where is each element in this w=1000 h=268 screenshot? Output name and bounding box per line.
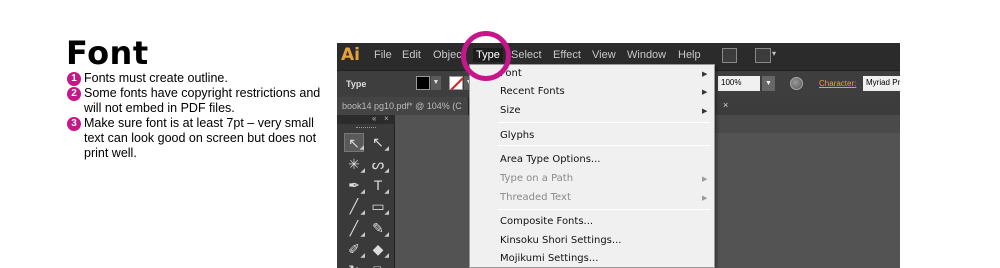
menu-item-area-type-options[interactable]: Area Type Options... <box>500 154 600 165</box>
magic-wand-icon[interactable]: ✳ ◢ <box>344 155 365 174</box>
menu-window[interactable]: Window <box>627 49 666 61</box>
flyout-corner-icon: ◢ <box>360 168 365 174</box>
rotate-icon[interactable]: ↻◢ <box>344 261 364 268</box>
collapse-icon[interactable]: « <box>372 114 376 123</box>
menu-item-glyphs[interactable]: Glyphs <box>500 130 534 141</box>
close-icon[interactable]: × <box>723 100 728 110</box>
instruction-text: Fonts must create outline. <box>84 71 228 85</box>
menu-item-threaded-text: Threaded Text <box>500 192 571 203</box>
menu-item-size[interactable]: Size <box>500 105 521 116</box>
document-tab-bar <box>713 97 900 115</box>
tools-panel-header: « × <box>337 114 395 124</box>
step-number-badge: 2 <box>67 87 81 101</box>
instruction-item: 1 Fonts must create outline. <box>67 71 327 86</box>
selection-icon[interactable]: ↖ ◢ <box>344 133 364 152</box>
stroke-swatch[interactable] <box>449 76 464 91</box>
submenu-arrow-icon: ▶ <box>702 176 708 183</box>
recolor-globe-icon[interactable] <box>790 77 803 90</box>
close-icon[interactable]: × <box>384 114 389 123</box>
rectangle-icon[interactable]: ▭ ◢ <box>368 197 389 216</box>
control-bar-label: Type <box>346 79 367 89</box>
chevron-down-icon[interactable]: ▼ <box>431 76 441 90</box>
bridge-icon[interactable] <box>722 48 737 63</box>
line-icon[interactable]: ╱ ◢ <box>344 197 365 216</box>
menu-effect[interactable]: Effect <box>553 49 581 61</box>
menu-edit[interactable]: Edit <box>402 49 421 61</box>
type-icon[interactable]: T ◢ <box>368 176 389 195</box>
menu-item-recent-fonts[interactable]: Recent Fonts <box>500 86 565 97</box>
pen-icon[interactable]: ✒ ◢ <box>344 176 365 195</box>
flyout-corner-icon: ◢ <box>360 232 365 238</box>
type-menu-dropdown: Font ▶ Recent Fonts ▶ Size ▶ Glyphs Area Type O… <box>469 64 715 268</box>
chevron-down-icon[interactable]: ▼ <box>762 76 775 91</box>
app-logo: Ai <box>341 45 360 65</box>
lasso-icon[interactable]: ᔕ ◢ <box>368 155 389 174</box>
font-family-field[interactable]: Myriad Pro <box>863 76 900 91</box>
eraser-icon[interactable]: ◆ ◢ <box>368 240 389 259</box>
menu-item-mojikumi-settings[interactable]: Mojikumi Settings... <box>500 253 598 264</box>
instruction-item: 2 Some fonts have copyright restrictions… <box>67 86 327 116</box>
page-title: Font <box>66 34 149 72</box>
flyout-corner-icon: ◢ <box>384 253 389 259</box>
menu-select[interactable]: Select <box>511 49 542 61</box>
flyout-corner-icon: ◢ <box>360 253 365 259</box>
submenu-arrow-icon: ▶ <box>702 71 708 78</box>
step-number-badge: 1 <box>67 72 81 86</box>
menu-file[interactable]: File <box>374 49 392 61</box>
document-ruler-strip <box>713 115 900 133</box>
chevron-down-icon[interactable]: ▾ <box>772 49 776 58</box>
instruction-list: 1 Fonts must create outline. 2 Some font… <box>67 71 327 161</box>
instruction-text: Make sure font is at least 7pt – very sm… <box>84 116 317 160</box>
menu-item-kinsoku-shori-settings[interactable]: Kinsoku Shori Settings... <box>500 235 621 246</box>
panel-grip[interactable] <box>356 127 376 129</box>
character-panel-link[interactable]: Character: <box>819 79 856 88</box>
flyout-corner-icon: ◢ <box>384 168 389 174</box>
menu-separator <box>498 209 710 210</box>
menu-separator <box>498 122 710 123</box>
opacity-field[interactable]: 100% <box>718 76 760 91</box>
none-slash-icon <box>450 77 464 91</box>
menu-separator <box>498 145 710 146</box>
blob-brush-icon[interactable]: ✐ ◢ <box>344 240 365 259</box>
flyout-corner-icon: ◢ <box>384 146 389 152</box>
menu-item-type-on-a-path: Type on a Path <box>500 173 574 184</box>
flyout-corner-icon: ◢ <box>359 145 364 151</box>
tools-panel: « × ↖◢↖◢✳◢ᔕ◢✒◢T◢╱◢▭◢╱◢✎◢✐◢◆◢↻◢⧉◢ <box>337 114 395 268</box>
document-tab-label: book14 pg10.pdf* @ 104% (C <box>342 101 462 111</box>
pencil-icon[interactable]: ✎ ◢ <box>368 219 389 238</box>
arrange-documents-icon[interactable] <box>755 48 771 63</box>
flyout-corner-icon: ◢ <box>360 189 365 195</box>
menu-item-composite-fonts[interactable]: Composite Fonts... <box>500 216 593 227</box>
direct-selection-icon[interactable]: ↖ ◢ <box>368 133 389 152</box>
menu-help[interactable]: Help <box>678 49 701 61</box>
flyout-corner-icon: ◢ <box>360 210 365 216</box>
submenu-arrow-icon: ▶ <box>702 108 708 115</box>
menu-view[interactable]: View <box>592 49 616 61</box>
scale-icon[interactable]: ⧉◢ <box>368 261 388 268</box>
flyout-corner-icon: ◢ <box>384 189 389 195</box>
document-tab[interactable]: book14 pg10.pdf* @ 104% (C <box>337 97 469 115</box>
flyout-corner-icon: ◢ <box>384 232 389 238</box>
fill-swatch[interactable] <box>416 76 430 90</box>
artboard-canvas[interactable] <box>396 115 476 268</box>
submenu-arrow-icon: ▶ <box>702 195 708 202</box>
step-number-badge: 3 <box>67 117 81 131</box>
highlight-circle <box>461 31 511 81</box>
paintbrush-icon[interactable]: ╱ ◢ <box>344 219 365 238</box>
instruction-text: Some fonts have copyright restrictions a… <box>84 86 321 115</box>
submenu-arrow-icon: ▶ <box>702 89 708 96</box>
instruction-item: 3 Make sure font is at least 7pt – very … <box>67 116 327 161</box>
flyout-corner-icon: ◢ <box>384 210 389 216</box>
